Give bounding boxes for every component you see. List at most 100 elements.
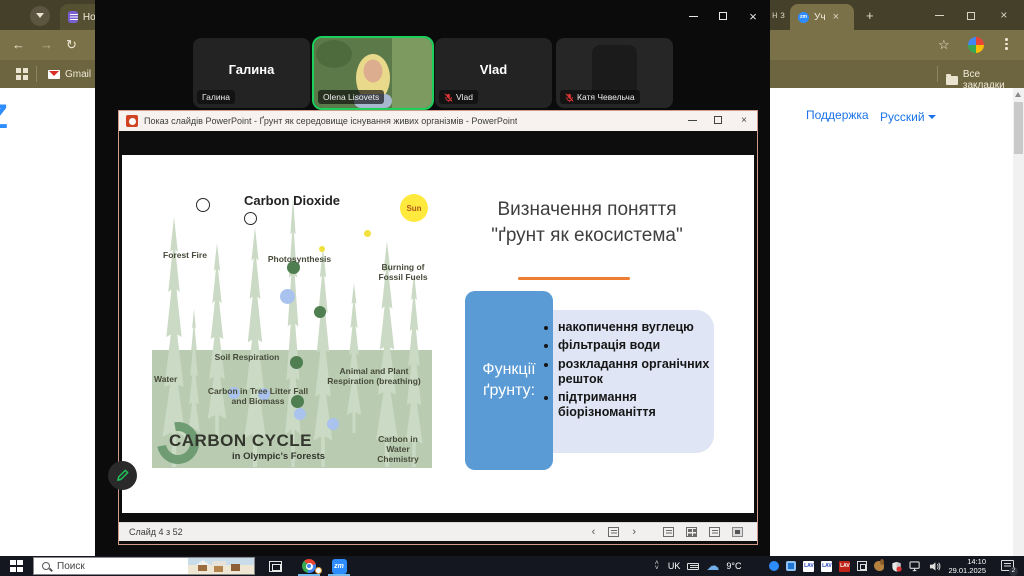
browser-menu-icon[interactable] — [1005, 38, 1008, 50]
search-seasonal-decoration — [188, 557, 254, 575]
diagram-label: Photosynthesis — [252, 255, 347, 265]
participant-tile-galina[interactable]: Галина Галина — [193, 38, 310, 108]
zoom-minimize-button[interactable] — [678, 0, 708, 32]
support-link[interactable]: Поддержка — [806, 108, 869, 122]
profile-avatar[interactable] — [968, 37, 984, 53]
minimize-button[interactable] — [679, 111, 705, 131]
carbon-dot — [327, 418, 339, 430]
carbon-dot — [314, 306, 326, 318]
tab-search-button[interactable] — [30, 6, 50, 26]
tray-clock[interactable]: 14:10 29.01.2025 — [948, 557, 986, 576]
powerpoint-icon — [126, 115, 138, 127]
slide-menu-button[interactable] — [608, 527, 619, 537]
slide-counter: Слайд 4 з 52 — [129, 527, 183, 537]
zoom-close-button[interactable]: × — [738, 0, 768, 32]
search-icon — [42, 562, 50, 570]
lav-audio-icon[interactable]: LAV — [821, 561, 832, 572]
powerpoint-titlebar: Показ слайдів PowerPoint - Ґрунт як сере… — [119, 111, 757, 131]
new-tab-button[interactable]: + — [866, 8, 874, 23]
notification-badge: 2 — [1009, 567, 1018, 576]
date-label: 29.01.2025 — [948, 566, 986, 575]
participant-name: Галина — [193, 62, 310, 77]
tab-close-icon[interactable]: × — [833, 11, 839, 23]
extension-icon — [68, 11, 78, 23]
security-shield-icon[interactable] — [891, 561, 902, 572]
lav-video-icon[interactable]: LAV — [839, 561, 850, 572]
network-icon[interactable] — [909, 561, 922, 572]
bookmark-gmail[interactable]: Gmail — [48, 69, 91, 80]
maximize-icon[interactable] — [957, 0, 985, 30]
maximize-button[interactable] — [705, 111, 731, 131]
carbon-dot — [364, 230, 371, 237]
co2-molecule-icon — [244, 212, 257, 225]
display-switch-icon[interactable] — [857, 561, 867, 571]
punto-switcher-icon[interactable] — [874, 561, 884, 571]
lav-splitter-icon[interactable]: LAV — [803, 561, 814, 572]
slide-sorter-button[interactable] — [686, 527, 697, 537]
co2-molecule-icon — [196, 198, 210, 212]
previous-slide-button[interactable]: ‹ — [585, 526, 603, 538]
bullet-item: підтримання біорізноманіття — [558, 390, 710, 421]
diagram-caption-sub: in Olympic's Forests — [232, 451, 325, 462]
carbon-cycle-diagram: Carbon Dioxide Sun Forest Fire Photosynt… — [152, 185, 432, 468]
browser-window-controls: × — [925, 0, 1018, 30]
zoom-maximize-button[interactable] — [708, 0, 738, 32]
windows-taskbar: Поиск zm ˄˅ UK ☁ 9°C LAV LAV LAV — [0, 556, 1024, 576]
powerpoint-window: Показ слайдів PowerPoint - Ґрунт як сере… — [118, 110, 758, 545]
close-button[interactable]: × — [731, 111, 757, 131]
window-title: Показ слайдів PowerPoint - Ґрунт як сере… — [144, 116, 517, 126]
reload-icon[interactable]: ↻ — [66, 37, 77, 53]
chrome-icon — [302, 559, 316, 573]
zoom-tray-icon[interactable] — [769, 561, 779, 571]
chevron-down-icon — [36, 13, 44, 18]
participant-name: Vlad — [435, 62, 552, 77]
carbon-dot — [319, 246, 325, 252]
apps-grid-icon[interactable] — [16, 68, 28, 80]
minimize-icon[interactable] — [925, 0, 953, 30]
action-center-button[interactable]: 2 — [1001, 560, 1014, 573]
scroll-up-icon[interactable] — [1015, 92, 1021, 97]
page-scrollbar[interactable] — [1013, 88, 1024, 556]
tray-app-icon[interactable] — [786, 561, 796, 571]
participant-tile-olena[interactable]: Olena Lisovets — [314, 38, 432, 108]
language-indicator[interactable]: UK — [668, 561, 681, 571]
bookmark-star-icon[interactable]: ☆ — [938, 37, 950, 53]
sun-icon: Sun — [400, 194, 428, 222]
chevron-down-icon — [928, 115, 936, 119]
tray-expand-icon[interactable]: ˄˅ — [655, 561, 659, 571]
participant-label: Olena Lisovets — [318, 90, 384, 104]
keyboard-icon[interactable] — [687, 563, 699, 570]
participant-tile-katia[interactable]: Катя Чевельча — [556, 38, 673, 108]
carbon-dot — [280, 289, 295, 304]
forward-icon[interactable]: → — [40, 37, 53, 52]
browser-tab-active[interactable]: zm Уч × — [790, 4, 854, 30]
taskbar-chrome-button[interactable] — [294, 556, 324, 576]
task-view-button[interactable] — [269, 561, 282, 572]
scrollbar-thumb[interactable] — [1014, 102, 1023, 154]
slide-canvas: Carbon Dioxide Sun Forest Fire Photosynt… — [122, 155, 754, 513]
reading-view-button[interactable] — [709, 527, 720, 537]
taskbar-zoom-button[interactable]: zm — [324, 556, 354, 576]
temperature-label[interactable]: 9°C — [726, 561, 741, 571]
back-icon[interactable]: ← — [12, 37, 25, 52]
tab-partial-label[interactable]: н з — [772, 10, 785, 21]
close-icon[interactable]: × — [990, 0, 1018, 30]
diagram-label: Animal and Plant Respiration (breathing) — [324, 367, 424, 387]
divider — [36, 66, 37, 82]
normal-view-button[interactable] — [663, 527, 674, 537]
language-selector[interactable]: Русский — [880, 108, 936, 126]
functions-bullet-list: накопичення вуглецю фільтрація води розк… — [542, 320, 710, 424]
bullet-item: розкладання органічних решток — [558, 357, 710, 388]
diagram-label: Carbon in Water Chemistry — [368, 435, 428, 464]
taskbar-search-input[interactable]: Поиск — [33, 557, 255, 575]
slideshow-view-button[interactable] — [732, 527, 743, 537]
speaker-icon[interactable] — [929, 561, 941, 572]
time-label: 14:10 — [967, 557, 986, 566]
participant-tile-vlad[interactable]: Vlad Vlad — [435, 38, 552, 108]
tab-label: Уч — [814, 12, 826, 23]
next-slide-button[interactable]: › — [625, 526, 643, 538]
start-button[interactable] — [10, 560, 23, 573]
weather-cloud-icon[interactable]: ☁ — [706, 561, 719, 571]
divider — [937, 66, 938, 82]
annotation-pencil-button[interactable] — [108, 461, 137, 490]
